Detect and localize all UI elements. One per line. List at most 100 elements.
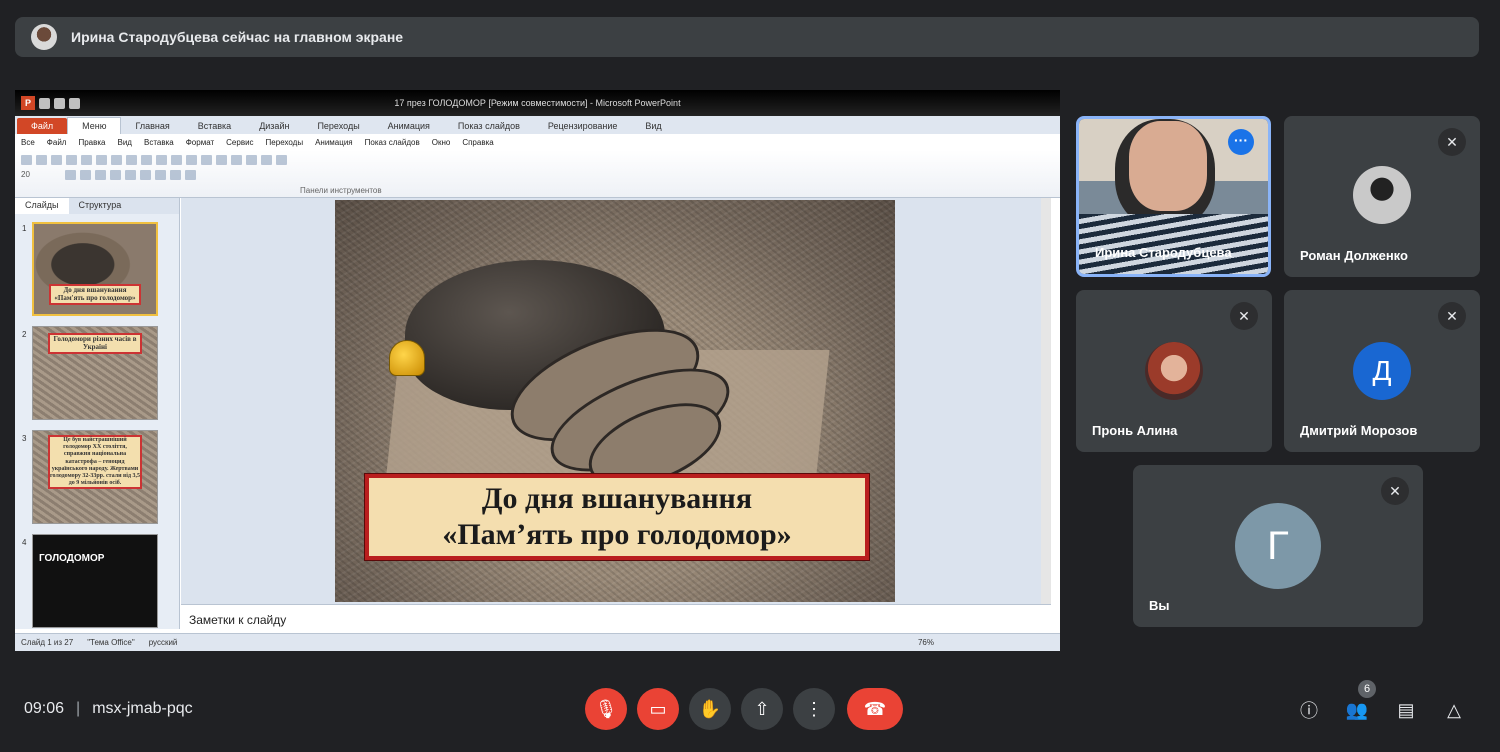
- activities-button[interactable]: △: [1442, 698, 1466, 722]
- slide-title-plaque: До дня вшанування «Пам’ять про голодомор…: [365, 474, 869, 560]
- menu-file[interactable]: Файл: [47, 138, 67, 147]
- menu-help[interactable]: Справка: [462, 138, 493, 147]
- chart-icon[interactable]: [201, 155, 212, 165]
- shapes-icon[interactable]: [246, 155, 257, 165]
- italic-icon[interactable]: [80, 170, 91, 180]
- ribbon-tab-design[interactable]: Дизайн: [245, 118, 303, 134]
- status-zoom[interactable]: 76%: [918, 638, 934, 647]
- preview-icon[interactable]: [81, 155, 92, 165]
- ppt-statusbar: Слайд 1 из 27 "Тема Office" русский 76%: [15, 633, 1060, 651]
- chat-button[interactable]: ▤: [1394, 698, 1418, 722]
- slide-thumbnail-3[interactable]: Це був найстрашніший голодомор XX століт…: [32, 430, 158, 524]
- numbering-icon[interactable]: [170, 170, 181, 180]
- zoom-icon[interactable]: [261, 155, 272, 165]
- paste-icon[interactable]: [141, 155, 152, 165]
- participant-tile[interactable]: ✕ Д Дмитрий Морозов: [1284, 290, 1480, 452]
- participant-tile[interactable]: ✕ Пронь Алина: [1076, 290, 1272, 452]
- ribbon-tab-insert[interactable]: Вставка: [184, 118, 245, 134]
- info-button[interactable]: ⓘ: [1297, 698, 1321, 722]
- more-options-icon[interactable]: ···: [1228, 129, 1254, 155]
- tab-slides[interactable]: Слайды: [15, 198, 69, 214]
- ribbon-tab-view[interactable]: Вид: [631, 118, 675, 134]
- slide-editor[interactable]: До дня вшанування «Пам’ять про голодомор…: [181, 198, 1051, 604]
- more-options-button[interactable]: ⋮: [793, 688, 835, 730]
- help-icon[interactable]: [276, 155, 287, 165]
- menu-edit[interactable]: Правка: [78, 138, 105, 147]
- save-icon[interactable]: [51, 155, 62, 165]
- participant-tile[interactable]: ✕ Роман Долженко: [1284, 116, 1480, 277]
- status-slide-info: Слайд 1 из 27: [21, 638, 74, 647]
- audio-icon[interactable]: [389, 340, 425, 376]
- notes-field[interactable]: Заметки к слайду: [181, 604, 1051, 631]
- end-call-button[interactable]: ☎: [847, 688, 903, 730]
- thumbnail-caption: До дня вшанування «Пам'ять про голодомор…: [48, 284, 142, 305]
- font-color-icon[interactable]: [185, 170, 196, 180]
- font-size-box[interactable]: 20: [21, 170, 61, 180]
- menu-animation[interactable]: Анимация: [315, 138, 353, 147]
- shared-screen[interactable]: P 17 през ГОЛОДОМОР [Режим совместимости…: [15, 90, 1060, 651]
- menu-window[interactable]: Окно: [432, 138, 451, 147]
- ppt-titlebar: P 17 през ГОЛОДОМОР [Режим совместимости…: [15, 90, 1060, 116]
- current-slide[interactable]: До дня вшанування «Пам’ять про голодомор…: [335, 200, 895, 602]
- participant-name: Ирина Стародубцева: [1095, 245, 1232, 260]
- ribbon-tab-file[interactable]: Файл: [17, 118, 68, 134]
- redo-icon[interactable]: [186, 155, 197, 165]
- align-left-icon[interactable]: [110, 170, 121, 180]
- present-icon: ⇧: [754, 698, 770, 719]
- ribbon-tab-review[interactable]: Рецензирование: [534, 118, 632, 134]
- align-right-icon[interactable]: [140, 170, 151, 180]
- camera-toggle-button[interactable]: ▭: [637, 688, 679, 730]
- slide-thumbnail-4[interactable]: ГОЛОДОМОР: [32, 534, 158, 628]
- tab-outline[interactable]: Структура: [69, 198, 132, 214]
- status-theme: "Тема Office": [87, 638, 135, 647]
- slide-thumbnail-2[interactable]: Голодомори різних часів в Україні: [32, 326, 158, 420]
- menu-tools[interactable]: Сервис: [226, 138, 253, 147]
- info-icon: ⓘ: [1300, 701, 1318, 721]
- menu-all[interactable]: Все: [21, 138, 35, 147]
- underline-icon[interactable]: [95, 170, 106, 180]
- undo-icon[interactable]: [171, 155, 182, 165]
- ribbon-tab-transitions[interactable]: Переходы: [303, 118, 373, 134]
- menu-slideshow[interactable]: Показ слайдов: [365, 138, 420, 147]
- bold-icon[interactable]: [65, 170, 76, 180]
- table-icon[interactable]: [216, 155, 227, 165]
- slide-title-line-2: «Пам’ять про голодомор»: [442, 518, 792, 551]
- raise-hand-button[interactable]: ✋: [689, 688, 731, 730]
- ribbon-tab-slideshow[interactable]: Показ слайдов: [444, 118, 534, 134]
- slides-panel: Слайды Структура 1 До дня вшанування «Па…: [15, 198, 180, 629]
- meeting-controls-bar: 09:06 | msx-jmab-pqc 🎙 ▭ ✋ ⇧ ⋮ ☎ ⓘ 👥 6 ▤…: [0, 670, 1500, 752]
- menu-view[interactable]: Вид: [118, 138, 132, 147]
- format-painter-icon[interactable]: [156, 155, 167, 165]
- picture-icon[interactable]: [231, 155, 242, 165]
- new-icon[interactable]: [21, 155, 32, 165]
- thumbnail-caption: Це був найстрашніший голодомор XX століт…: [47, 435, 143, 490]
- copy-icon[interactable]: [126, 155, 137, 165]
- ribbon-tab-animation[interactable]: Анимация: [374, 118, 444, 134]
- cut-icon[interactable]: [111, 155, 122, 165]
- menu-insert[interactable]: Вставка: [144, 138, 174, 147]
- people-button[interactable]: 👥: [1345, 698, 1369, 722]
- menu-transitions[interactable]: Переходы: [266, 138, 304, 147]
- thumbnail-number: 1: [22, 224, 27, 233]
- bullets-icon[interactable]: [155, 170, 166, 180]
- participant-tile-presenter[interactable]: ··· Ирина Стародубцева: [1076, 116, 1271, 277]
- avatar: Д: [1353, 342, 1411, 400]
- mic-toggle-button[interactable]: 🎙: [585, 688, 627, 730]
- editor-scrollbar[interactable]: [1041, 198, 1051, 604]
- open-icon[interactable]: [36, 155, 47, 165]
- slide-thumbnail-1[interactable]: До дня вшанування «Пам'ять про голодомор…: [32, 222, 158, 316]
- spell-icon[interactable]: [96, 155, 107, 165]
- print-icon[interactable]: [66, 155, 77, 165]
- clock-time: 09:06: [24, 700, 65, 717]
- menu-format[interactable]: Формат: [186, 138, 214, 147]
- ribbon-tab-menu[interactable]: Меню: [67, 117, 122, 134]
- thumbnail-number: 3: [22, 434, 27, 443]
- mic-off-icon: ✕: [1438, 128, 1466, 156]
- ribbon-tab-home[interactable]: Главная: [121, 118, 183, 134]
- participant-count-badge: 6: [1358, 680, 1376, 698]
- present-button[interactable]: ⇧: [741, 688, 783, 730]
- align-center-icon[interactable]: [125, 170, 136, 180]
- participant-name: Дмитрий Морозов: [1300, 423, 1418, 438]
- participant-tile-self[interactable]: ✕ Г Вы: [1133, 465, 1423, 627]
- meeting-code: msx-jmab-pqc: [92, 700, 193, 717]
